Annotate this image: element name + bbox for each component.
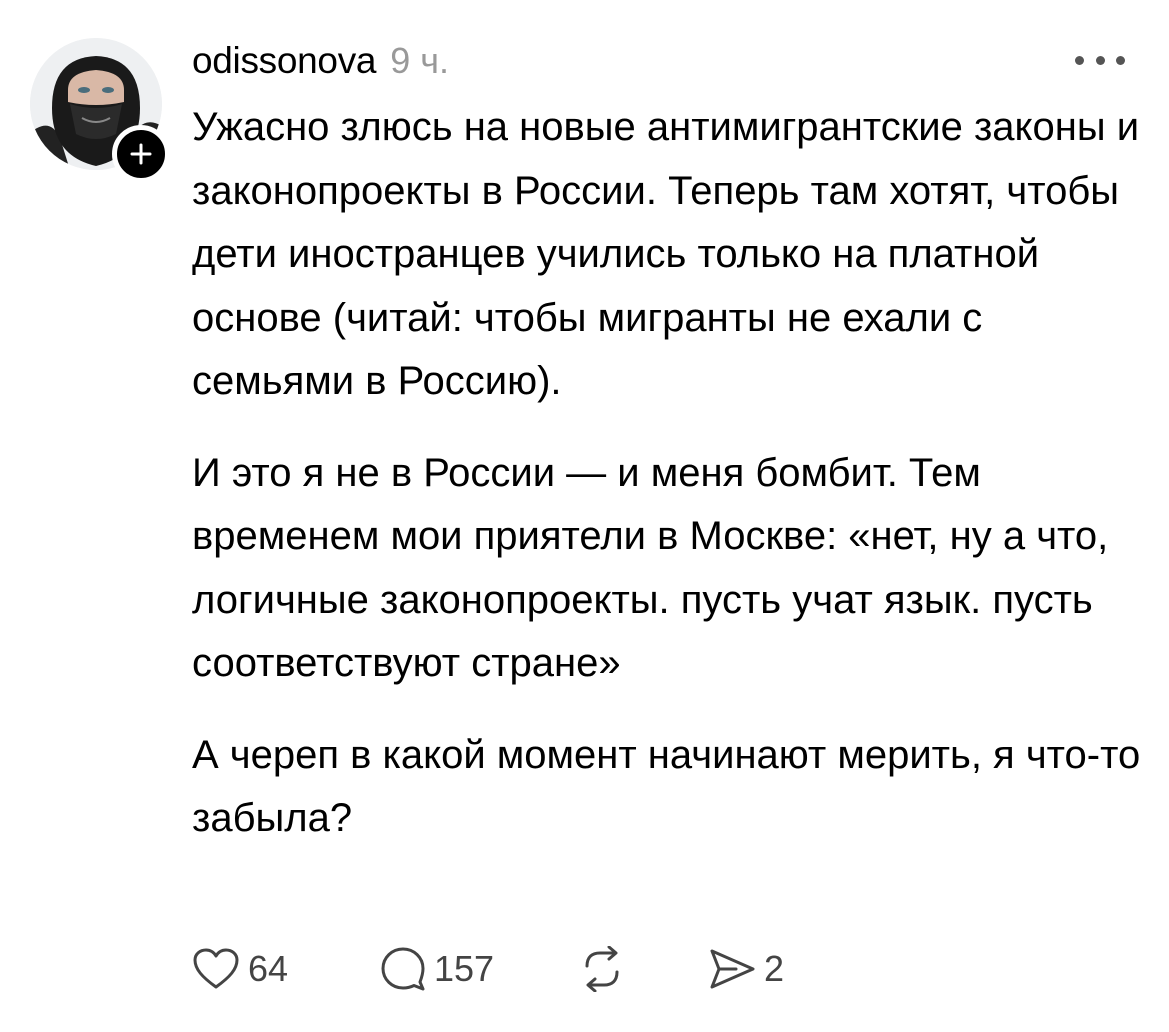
heart-icon	[193, 948, 239, 989]
more-dots-icon	[1075, 55, 1084, 65]
like-count: 64	[248, 948, 289, 989]
speech-bubble-icon	[381, 947, 425, 991]
reply-count: 157	[434, 948, 495, 989]
post-header: odissonova 9 ч.	[192, 40, 449, 84]
more-options-button[interactable]	[1075, 50, 1125, 70]
post-text: Ужасно злюсь на новые антимигрантские за…	[192, 96, 1142, 879]
more-dots-icon	[1116, 55, 1125, 65]
like-button[interactable]: 64	[192, 947, 380, 991]
post-timestamp: 9 ч.	[390, 40, 449, 81]
repost-button[interactable]	[578, 946, 708, 992]
post-paragraph: А череп в какой момент начинают мерить, …	[192, 732, 1141, 841]
action-bar: 64 157 2	[192, 944, 784, 994]
share-count: 2	[764, 948, 785, 989]
plus-icon	[130, 143, 152, 165]
more-dots-icon	[1095, 55, 1105, 65]
share-button[interactable]: 2	[708, 947, 784, 991]
post-paragraph: Ужасно злюсь на новые антимигрантские за…	[192, 105, 1140, 403]
follow-button[interactable]	[112, 125, 170, 183]
repost-icon	[585, 946, 619, 992]
reply-button[interactable]: 157	[380, 946, 578, 992]
username-link[interactable]: odissonova	[192, 40, 376, 82]
send-icon	[710, 949, 755, 989]
post-paragraph: И это я не в России — и меня бомбит. Тем…	[192, 450, 1109, 686]
